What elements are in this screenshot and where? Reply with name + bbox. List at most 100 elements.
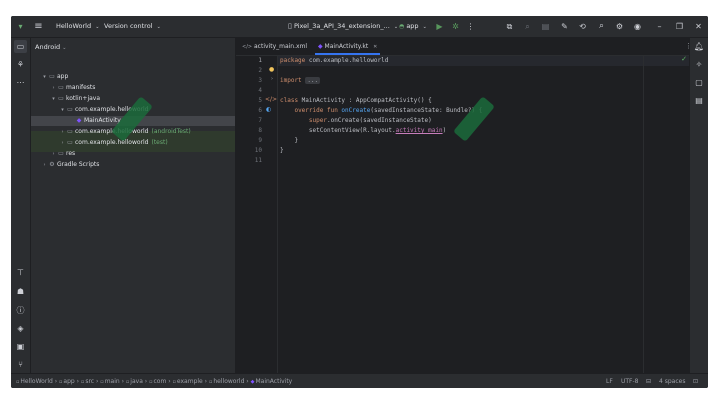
fold-icon[interactable]: › bbox=[271, 76, 273, 82]
run-config-selector[interactable]: ◓ app ⌄ bbox=[399, 16, 427, 37]
chevron-icon[interactable]: ▾ bbox=[50, 94, 57, 104]
terminal-icon[interactable]: ▣ bbox=[14, 340, 27, 353]
folder-icon: ▫ bbox=[80, 379, 85, 385]
chevron-icon[interactable]: › bbox=[41, 160, 48, 170]
chevron-icon[interactable]: › bbox=[50, 83, 57, 93]
layout-inspector-icon[interactable]: ▤ bbox=[540, 21, 551, 32]
account-icon[interactable]: ◉ bbox=[632, 21, 643, 32]
tree-item-hint: (test) bbox=[151, 139, 168, 146]
tree-item[interactable]: ▾ ▭ app bbox=[31, 72, 235, 82]
breadcrumb-item[interactable]: main bbox=[105, 378, 120, 385]
chevron-icon[interactable]: › bbox=[50, 149, 57, 159]
tree-item[interactable]: › ▭ res bbox=[31, 149, 235, 159]
search-icon[interactable]: ⌕ bbox=[596, 21, 607, 32]
bulb-icon[interactable]: ● bbox=[269, 66, 274, 73]
project-tool-icon[interactable]: ▭ bbox=[14, 40, 27, 53]
debug-icon[interactable]: ✲ bbox=[450, 21, 461, 32]
editor-gutter: 1 2 3 4 5 6 7 8 9 10 11 ● › </> ◐ bbox=[236, 56, 277, 373]
tab-label: MainActivity.kt bbox=[324, 43, 369, 50]
line-number: 7 bbox=[258, 117, 262, 124]
main-menu-icon[interactable]: ≡ bbox=[33, 21, 44, 32]
breadcrumb-item[interactable]: java bbox=[130, 378, 143, 385]
app-quality-icon[interactable]: ◈ bbox=[14, 322, 27, 335]
logcat-icon[interactable]: ☗ bbox=[14, 285, 27, 298]
run-config-name: app bbox=[406, 22, 419, 30]
minimize-icon[interactable]: – bbox=[654, 21, 665, 32]
breadcrumb-item[interactable]: example bbox=[177, 378, 203, 385]
lock-icon[interactable]: ⊡ bbox=[693, 374, 698, 388]
breadcrumb-separator-icon: › bbox=[74, 378, 81, 385]
chevron-down-icon: ⌄ bbox=[393, 24, 399, 30]
class-gutter-icon[interactable]: </> bbox=[265, 96, 277, 103]
gradle-sync-icon[interactable]: ⟲ bbox=[577, 21, 588, 32]
resource-manager-icon[interactable]: ⚘ bbox=[14, 58, 27, 71]
gear-icon[interactable]: ⚙ bbox=[614, 21, 625, 32]
breadcrumb-item[interactable]: HelloWorld bbox=[20, 378, 52, 385]
editor-tabs: </> activity_main.xml ◆ MainActivity.kt … bbox=[236, 38, 692, 56]
tree-item[interactable]: › ⚙ Gradle Scripts bbox=[31, 160, 235, 170]
device-manager-icon[interactable]: ⧉ bbox=[504, 21, 515, 32]
breadcrumb-item[interactable]: MainActivity bbox=[255, 378, 292, 385]
build-icon[interactable]: ⊤ bbox=[14, 266, 27, 279]
vcs-widget[interactable]: Version control ⌄ bbox=[104, 16, 161, 37]
close-tab-icon[interactable]: ✕ bbox=[373, 44, 377, 50]
folded-imports[interactable]: ... bbox=[305, 77, 321, 84]
chevron-icon[interactable]: ▾ bbox=[41, 72, 48, 82]
restore-icon[interactable]: ❐ bbox=[674, 21, 685, 32]
tree-item-label: app bbox=[57, 73, 69, 80]
readonly-toggle-icon[interactable]: ⊟ bbox=[646, 374, 651, 388]
problems-icon[interactable]: ⓘ bbox=[14, 304, 27, 317]
version-control-icon[interactable]: ⑂ bbox=[14, 358, 27, 371]
tab-activity-main-xml[interactable]: </> activity_main.xml bbox=[242, 38, 307, 55]
chevron-icon[interactable]: ▾ bbox=[59, 105, 66, 115]
tree-item-hint: (androidTest) bbox=[151, 128, 191, 135]
notifications-icon[interactable]: 🔔︎ bbox=[693, 41, 705, 53]
tree-item[interactable]: ▾ ▭ kotlin+java bbox=[31, 94, 235, 104]
project-widget[interactable]: HelloWorld ⌄ bbox=[56, 16, 99, 37]
code-line-5: class MainActivity : AppCompatActivity()… bbox=[280, 97, 432, 104]
breadcrumb-item[interactable]: app bbox=[63, 378, 74, 385]
folder-icon: ▫ bbox=[59, 379, 63, 385]
tree-item-label: MainActivity bbox=[84, 117, 121, 124]
tree-item-label: com.example.helloworld bbox=[75, 139, 149, 146]
search-everywhere-icon[interactable]: ⌕ bbox=[522, 21, 533, 32]
gradle-icon: ⚙ bbox=[49, 161, 55, 168]
breadcrumb-item[interactable]: src bbox=[85, 378, 94, 385]
tree-item[interactable]: › ▭ manifests bbox=[31, 83, 235, 93]
tab-mainactivity-kt[interactable]: ◆ MainActivity.kt ✕ bbox=[315, 38, 381, 55]
no-problems-check-icon[interactable]: ✓ bbox=[681, 55, 687, 63]
breadcrumb-item[interactable]: com bbox=[153, 378, 166, 385]
project-view-label: Android bbox=[35, 43, 61, 51]
line-number: 4 bbox=[258, 87, 262, 94]
project-view-selector[interactable]: Android ⌄ bbox=[35, 40, 66, 55]
override-gutter-icon[interactable]: ◐ bbox=[266, 106, 271, 113]
device-manager-tool-icon[interactable]: ▢ bbox=[693, 77, 705, 89]
running-devices-icon[interactable]: ▤ bbox=[693, 95, 705, 107]
package-icon: ▭ bbox=[67, 139, 73, 146]
breadcrumb: ▫HelloWorld › ▫app › ▫src › ▫main › ▫jav… bbox=[16, 374, 292, 388]
folder-icon: ▫ bbox=[208, 379, 213, 385]
chevron-icon[interactable]: › bbox=[59, 127, 66, 137]
chevron-down-icon: ⌄ bbox=[156, 24, 161, 30]
tree-item-label: res bbox=[66, 150, 76, 157]
more-actions-icon[interactable]: ⋮ bbox=[465, 21, 476, 32]
tree-item[interactable]: › ▭ com.example.helloworld (test) bbox=[31, 138, 235, 148]
close-icon[interactable]: ✕ bbox=[693, 21, 704, 32]
device-selector[interactable]: ▯ Pixel_3a_API_34_extension_... ⌄ bbox=[288, 16, 398, 37]
sdk-manager-icon[interactable]: ✎ bbox=[559, 21, 570, 32]
gemini-icon[interactable]: ✧ bbox=[693, 59, 705, 71]
android-studio-logo-icon: ▾ bbox=[18, 22, 23, 31]
chevron-icon[interactable]: › bbox=[59, 138, 66, 148]
package-icon: ▭ bbox=[67, 128, 73, 135]
folder-icon: ▫ bbox=[100, 379, 104, 385]
file-encoding[interactable]: UTF-8 bbox=[621, 374, 639, 388]
more-tools-icon[interactable]: ⋯ bbox=[14, 76, 27, 89]
device-icon: ▯ bbox=[288, 22, 292, 30]
code-line-9: } bbox=[294, 137, 299, 144]
run-icon[interactable]: ▶ bbox=[434, 21, 445, 32]
line-separator[interactable]: LF bbox=[606, 374, 613, 388]
breadcrumb-item[interactable]: helloworld bbox=[213, 378, 244, 385]
tree-item-label: manifests bbox=[66, 84, 96, 91]
folder-icon: ▭ bbox=[58, 95, 64, 102]
indent-setting[interactable]: 4 spaces bbox=[659, 374, 685, 388]
